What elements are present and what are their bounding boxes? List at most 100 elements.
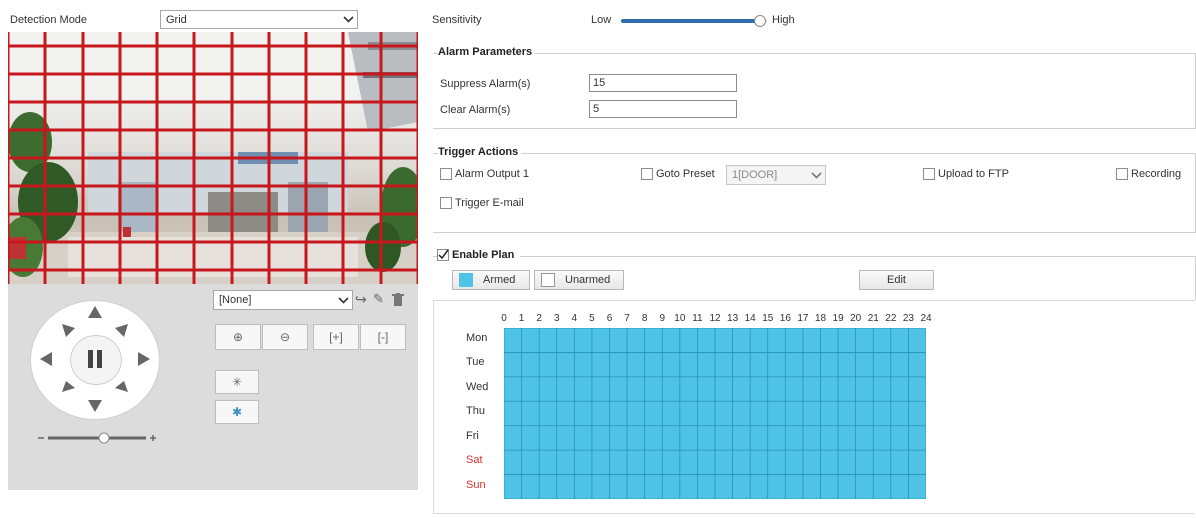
sensitivity-label: Sensitivity [432,14,482,26]
hour-label: 24 [920,313,932,324]
goto-preset-checkbox[interactable]: Goto Preset [641,168,715,180]
upload-ftp-label: Upload to FTP [938,168,1009,180]
upload-ftp-checkbox[interactable]: Upload to FTP [923,168,1009,180]
armed-swatch [459,273,473,287]
sensitivity-knob[interactable] [753,15,766,27]
zoom-in-button[interactable]: ⊕ [215,324,261,350]
hour-label: 11 [692,313,703,324]
hour-label: 15 [762,313,774,324]
detection-mode-select[interactable]: Grid [160,10,358,29]
day-label: Thu [466,405,485,418]
sensitivity-slider[interactable] [621,15,767,27]
arrow-left-icon[interactable] [40,352,52,366]
day-label: Sat [466,454,483,467]
alarm-output-checkbox[interactable]: Alarm Output 1 [440,168,529,180]
detection-mode-value: Grid [166,13,187,26]
unarmed-swatch [541,273,555,287]
focus-near-button[interactable]: [+] [313,324,359,350]
goto-preset-value: 1[DOOR] [732,169,778,181]
sensitivity-high-label: High [772,14,795,26]
focus-far-button[interactable]: [-] [360,324,406,350]
trigger-actions-title: Trigger Actions [438,146,522,158]
upload-ftp-check-box[interactable] [923,168,935,180]
preset-select[interactable]: [None] [213,290,353,310]
unarmed-label: Unarmed [565,274,611,286]
arrow-down-right-icon[interactable] [115,381,128,392]
motion-grid-overlay[interactable] [8,32,418,284]
zoom-in-icon: ⊕ [232,330,244,344]
enable-plan-checkbox[interactable]: Enable Plan [437,249,521,261]
trigger-email-label: Trigger E-mail [455,197,524,209]
camera-video-view[interactable] [8,32,418,284]
hour-label: 13 [727,313,739,324]
hour-label: 16 [779,313,791,324]
goto-preset-label: Goto Preset [656,168,715,180]
arrow-up-left-icon[interactable] [62,324,75,337]
light-button[interactable]: ✳ [215,370,259,394]
arrow-down-left-icon[interactable] [62,381,75,392]
hour-label: 23 [902,313,914,324]
sensitivity-low-label: Low [591,14,612,26]
armed-legend-button[interactable]: Armed [452,270,530,290]
ptz-speed-slider[interactable] [36,430,160,446]
day-label: Mon [466,332,488,344]
alarm-output-label: Alarm Output 1 [455,168,529,180]
chevron-down-icon [807,166,825,184]
recording-label: Recording [1131,168,1182,180]
goto-preset-check-box[interactable] [641,168,653,180]
arrow-up-right-icon[interactable] [115,324,128,337]
zoom-out-button[interactable]: ⊖ [262,324,308,350]
schedule-grid[interactable] [504,328,926,499]
alarm-output-check-box[interactable] [440,168,452,180]
hour-label: 20 [850,313,862,324]
hour-label: 0 [501,313,507,324]
hour-label: 6 [606,313,613,324]
hour-label: 9 [659,313,666,324]
day-label: Wed [466,380,489,393]
goto-preset-icon[interactable]: ↪ [355,291,367,308]
pause-icon [88,350,93,368]
hour-label: 12 [709,313,721,324]
arrow-down-icon[interactable] [88,400,102,412]
trigger-email-checkbox[interactable]: Trigger E-mail [440,197,524,209]
hour-label: 21 [867,313,879,324]
hour-label: 17 [797,313,809,324]
hour-label: 8 [641,313,648,324]
day-label: Sun [466,478,486,491]
arrow-up-icon[interactable] [88,306,102,318]
hour-label: 1 [518,313,525,324]
zoom-out-icon: ⊖ [279,330,291,344]
trigger-email-check-box[interactable] [440,197,452,209]
hour-label: 19 [832,313,844,324]
edit-plan-button[interactable]: Edit [859,270,934,290]
preset-value: [None] [219,294,252,306]
delete-trash-icon[interactable] [392,293,404,307]
recording-checkbox[interactable]: Recording [1116,168,1181,180]
day-label: Tue [466,356,485,369]
direction-arrows [40,306,150,412]
unarmed-legend-button[interactable]: Unarmed [534,270,624,290]
hour-label: 4 [571,313,578,324]
chevron-down-icon [334,291,352,309]
suppress-alarm-input[interactable] [589,74,737,92]
hour-label: 3 [553,313,560,324]
checkmark-icon [438,249,449,260]
wiper-button[interactable]: ✱ [215,400,259,424]
light-icon: ✳ [231,375,243,389]
day-label: Fri [466,429,479,442]
hour-label: 7 [624,313,630,324]
arrow-right-icon[interactable] [138,352,150,366]
clear-alarm-label: Clear Alarm(s) [440,104,511,116]
sensitivity-fill [621,19,760,23]
chevron-down-icon [339,11,357,28]
goto-preset-select[interactable]: 1[DOOR] [726,165,826,185]
hour-label: 22 [885,313,897,324]
edit-pencil-icon[interactable]: ✎ [373,291,384,307]
hour-label: 14 [744,313,756,324]
clear-alarm-input[interactable] [589,100,737,118]
suppress-alarm-label: Suppress Alarm(s) [440,78,531,90]
recording-check-box[interactable] [1116,168,1128,180]
wiper-icon: ✱ [231,405,243,419]
hour-label: 5 [589,313,595,324]
enable-plan-check-box[interactable] [437,249,449,261]
